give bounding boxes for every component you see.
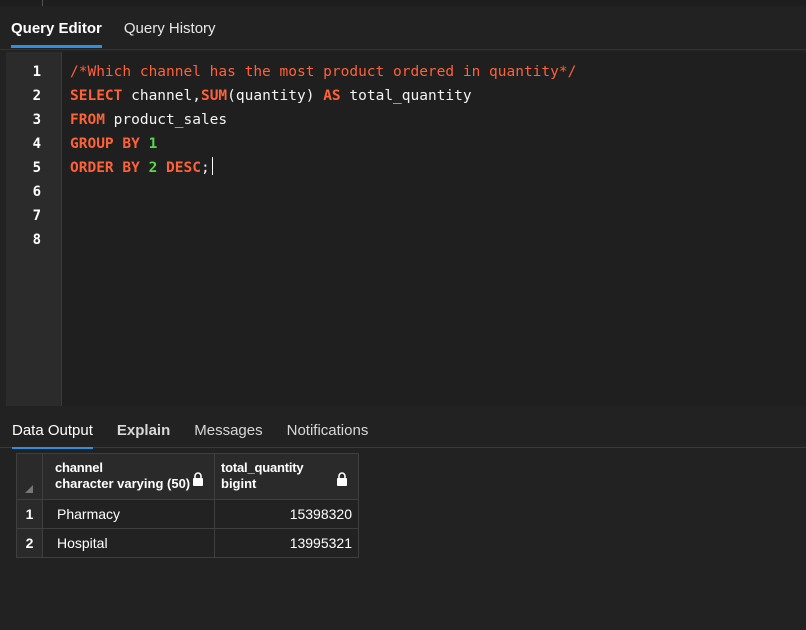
code-keyword: DESC	[166, 160, 201, 176]
code-line[interactable]	[70, 228, 806, 252]
data-output-panel: channel character varying (50) total_qua…	[0, 449, 806, 630]
table-row[interactable]: 1 Pharmacy 15398320	[16, 499, 359, 529]
code-line[interactable]	[70, 180, 806, 204]
code-text: total_quantity	[340, 88, 472, 104]
tab-data-output[interactable]: Data Output	[12, 408, 93, 449]
line-number: 2	[32, 88, 41, 104]
cell-channel[interactable]: Pharmacy	[42, 499, 215, 529]
line-number: 7	[32, 208, 41, 224]
line-number: 1	[32, 64, 41, 80]
tab-messages[interactable]: Messages	[194, 408, 262, 448]
line-number: 8	[32, 232, 41, 248]
row-number[interactable]: 2	[16, 528, 43, 558]
code-line[interactable]: ORDER BY 2 DESC;	[70, 156, 806, 180]
code-text: ;	[200, 160, 210, 176]
code-line[interactable]: FROM product_sales	[70, 108, 806, 132]
code-keyword: FROM	[70, 112, 105, 128]
column-type: character varying (50)	[55, 476, 191, 491]
cell-total-quantity[interactable]: 15398320	[214, 499, 359, 529]
code-area[interactable]: /*Which channel has the most product ord…	[62, 52, 806, 406]
code-line[interactable]	[70, 204, 806, 228]
lock-icon	[193, 472, 203, 486]
column-header-total-quantity[interactable]: total_quantity bigint	[214, 453, 359, 500]
line-number: 4	[32, 136, 41, 152]
code-keyword: GROUP BY	[70, 136, 140, 152]
text-cursor	[211, 157, 214, 175]
code-text: channel,	[122, 88, 201, 104]
code-line[interactable]: /*Which channel has the most product ord…	[70, 60, 806, 84]
line-number-gutter: 1 2 3 4 5 6 7 8	[6, 52, 62, 406]
code-text: (quantity)	[227, 88, 324, 104]
column-header-channel[interactable]: channel character varying (50)	[42, 453, 215, 500]
sql-editor[interactable]: 1 2 3 4 5 6 7 8 /*Which channel has the most pr…	[6, 52, 806, 406]
code-text: product_sales	[104, 112, 228, 128]
code-keyword: SUM	[200, 88, 228, 104]
column-name: channel	[55, 460, 103, 475]
output-tab-bar: Data Output Explain Messages Notificatio…	[0, 408, 806, 449]
code-keyword: AS	[323, 88, 341, 104]
line-number: 3	[32, 112, 41, 128]
lock-icon	[337, 472, 347, 486]
column-name: total_quantity	[221, 460, 304, 475]
select-all-corner[interactable]	[16, 453, 43, 500]
code-comment: /*Which channel has the most product ord…	[70, 64, 577, 80]
code-line[interactable]: GROUP BY 1	[70, 132, 806, 156]
code-keyword: ORDER BY	[70, 160, 140, 176]
tab-query-editor[interactable]: Query Editor	[0, 6, 113, 50]
result-grid: channel character varying (50) total_qua…	[16, 453, 359, 558]
cell-channel[interactable]: Hospital	[42, 528, 215, 558]
tab-query-history[interactable]: Query History	[113, 6, 227, 50]
code-keyword: SELECT	[70, 88, 123, 104]
row-number[interactable]: 1	[16, 499, 43, 529]
tab-notifications[interactable]: Notifications	[287, 408, 369, 448]
code-number: 1	[148, 136, 158, 152]
table-row[interactable]: 2 Hospital 13995321	[16, 528, 359, 558]
code-line[interactable]: SELECT channel,SUM(quantity) AS total_qu…	[70, 84, 806, 108]
line-number: 5	[32, 160, 41, 176]
tab-explain[interactable]: Explain	[117, 408, 170, 448]
code-number: 2	[148, 160, 158, 176]
column-type: bigint	[221, 476, 257, 491]
cell-total-quantity[interactable]: 13995321	[214, 528, 359, 558]
tab-divider	[0, 49, 806, 50]
editor-tab-bar: Query Editor Query History	[0, 6, 806, 50]
line-number: 6	[32, 184, 41, 200]
